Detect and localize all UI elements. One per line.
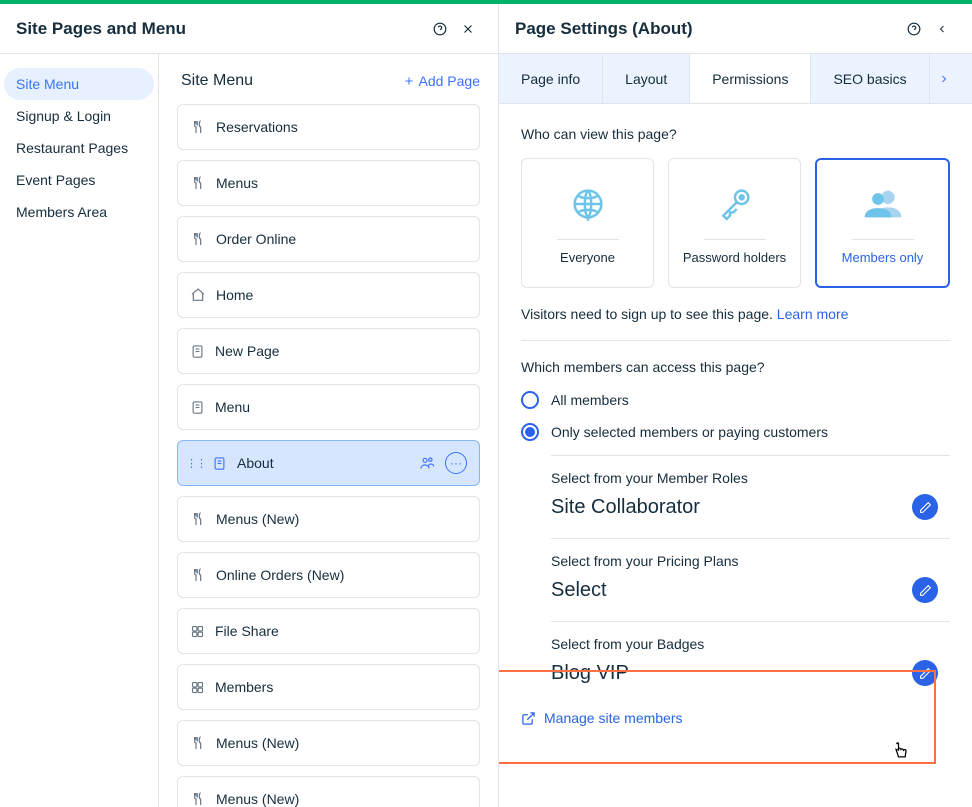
page-label: File Share bbox=[215, 623, 279, 639]
key-icon bbox=[715, 181, 755, 227]
page-icon bbox=[190, 624, 205, 639]
edit-member-roles-button[interactable] bbox=[912, 494, 938, 520]
page-item[interactable]: Home bbox=[177, 272, 480, 318]
close-icon[interactable] bbox=[454, 15, 482, 43]
edit-pricing-plans-button[interactable] bbox=[912, 577, 938, 603]
left-panel-title: Site Pages and Menu bbox=[16, 19, 426, 39]
card-password-label: Password holders bbox=[683, 250, 786, 265]
more-button[interactable]: ··· bbox=[445, 452, 467, 474]
page-icon bbox=[190, 119, 206, 135]
page-icon bbox=[190, 400, 205, 415]
globe-icon bbox=[568, 181, 608, 227]
tab-seo-basics[interactable]: SEO basics bbox=[811, 54, 929, 103]
help-icon[interactable] bbox=[900, 15, 928, 43]
add-page-button[interactable]: Add Page bbox=[403, 73, 481, 89]
page-icon bbox=[190, 287, 206, 303]
page-item[interactable]: Reservations bbox=[177, 104, 480, 150]
page-icon bbox=[190, 344, 205, 359]
pricing-plans-label: Select from your Pricing Plans bbox=[551, 553, 950, 569]
manage-link-label: Manage site members bbox=[544, 710, 683, 726]
right-panel-header: Page Settings (About) bbox=[499, 4, 972, 54]
right-panel-title: Page Settings (About) bbox=[515, 19, 900, 39]
page-icon bbox=[190, 735, 206, 751]
sidebar-item-event-pages[interactable]: Event Pages bbox=[4, 164, 154, 196]
signup-note: Visitors need to sign up to see this pag… bbox=[521, 306, 950, 322]
members-indicator-icon bbox=[419, 455, 435, 471]
page-item[interactable]: Online Orders (New) bbox=[177, 552, 480, 598]
sidebar: Site Menu Signup & Login Restaurant Page… bbox=[0, 54, 158, 807]
add-page-label: Add Page bbox=[419, 73, 481, 89]
tab-permissions[interactable]: Permissions bbox=[690, 54, 811, 103]
page-label: Members bbox=[215, 679, 273, 695]
radio-selected-label: Only selected members or paying customer… bbox=[551, 424, 828, 440]
left-panel-header: Site Pages and Menu bbox=[0, 4, 498, 54]
member-roles-value: Site Collaborator bbox=[551, 496, 912, 519]
sidebar-item-restaurant-pages[interactable]: Restaurant Pages bbox=[4, 132, 154, 164]
tab-page-info[interactable]: Page info bbox=[499, 54, 603, 103]
page-item[interactable]: New Page bbox=[177, 328, 480, 374]
edit-badges-button[interactable] bbox=[912, 660, 938, 686]
page-label: Reservations bbox=[216, 119, 298, 135]
page-icon bbox=[190, 231, 206, 247]
card-password[interactable]: Password holders bbox=[668, 158, 801, 288]
page-label: Online Orders (New) bbox=[216, 567, 344, 583]
page-item[interactable]: Menus (New) bbox=[177, 720, 480, 766]
member-roles-label: Select from your Member Roles bbox=[551, 470, 950, 486]
page-icon bbox=[190, 680, 205, 695]
page-item[interactable]: ⋮⋮ About ··· bbox=[177, 440, 480, 486]
page-label: Menus (New) bbox=[216, 511, 299, 527]
card-everyone[interactable]: Everyone bbox=[521, 158, 654, 288]
cursor-icon bbox=[891, 740, 911, 762]
tabs: Page info Layout Permissions SEO basics bbox=[499, 54, 972, 104]
page-list: Reservations Menus Order Online Home New Pag… bbox=[159, 104, 498, 807]
page-item[interactable]: File Share bbox=[177, 608, 480, 654]
page-icon bbox=[190, 175, 206, 191]
sidebar-item-members-area[interactable]: Members Area bbox=[4, 196, 154, 228]
tabs-scroll-right[interactable] bbox=[930, 54, 958, 103]
which-members-label: Which members can access this page? bbox=[521, 359, 950, 375]
page-label: About bbox=[237, 455, 274, 471]
radio-all-members[interactable]: All members bbox=[521, 391, 950, 409]
page-label: Menu bbox=[215, 399, 250, 415]
badges-value: Blog VIP bbox=[551, 662, 912, 685]
card-members[interactable]: Members only bbox=[815, 158, 950, 288]
tab-layout[interactable]: Layout bbox=[603, 54, 690, 103]
radio-icon bbox=[521, 423, 539, 441]
page-label: Home bbox=[216, 287, 253, 303]
sidebar-item-site-menu[interactable]: Site Menu bbox=[4, 68, 154, 100]
page-item[interactable]: Menus (New) bbox=[177, 776, 480, 807]
card-members-label: Members only bbox=[842, 250, 924, 265]
radio-all-label: All members bbox=[551, 392, 629, 408]
members-icon bbox=[861, 181, 905, 227]
sidebar-item-signup-login[interactable]: Signup & Login bbox=[4, 100, 154, 132]
page-label: Menus bbox=[216, 175, 258, 191]
who-view-label: Who can view this page? bbox=[521, 126, 950, 142]
page-icon bbox=[190, 511, 206, 527]
page-icon bbox=[190, 791, 206, 807]
page-icon bbox=[212, 456, 227, 471]
page-label: Order Online bbox=[216, 231, 296, 247]
manage-site-members-link[interactable]: Manage site members bbox=[521, 710, 950, 726]
pricing-plans-value: Select bbox=[551, 579, 912, 602]
page-icon bbox=[190, 567, 206, 583]
page-label: Menus (New) bbox=[216, 735, 299, 751]
badges-label: Select from your Badges bbox=[551, 636, 950, 652]
help-icon[interactable] bbox=[426, 15, 454, 43]
drag-handle-icon[interactable]: ⋮⋮ bbox=[186, 457, 206, 470]
site-menu-title: Site Menu bbox=[181, 72, 403, 90]
learn-more-link[interactable]: Learn more bbox=[777, 306, 849, 322]
page-item[interactable]: Order Online bbox=[177, 216, 480, 262]
page-label: Menus (New) bbox=[216, 791, 299, 807]
page-item[interactable]: Menus bbox=[177, 160, 480, 206]
page-label: New Page bbox=[215, 343, 280, 359]
card-everyone-label: Everyone bbox=[560, 250, 615, 265]
back-icon[interactable] bbox=[928, 15, 956, 43]
radio-selected-members[interactable]: Only selected members or paying customer… bbox=[521, 423, 950, 441]
radio-icon bbox=[521, 391, 539, 409]
page-item[interactable]: Menus (New) bbox=[177, 496, 480, 542]
page-item[interactable]: Members bbox=[177, 664, 480, 710]
page-item[interactable]: Menu bbox=[177, 384, 480, 430]
